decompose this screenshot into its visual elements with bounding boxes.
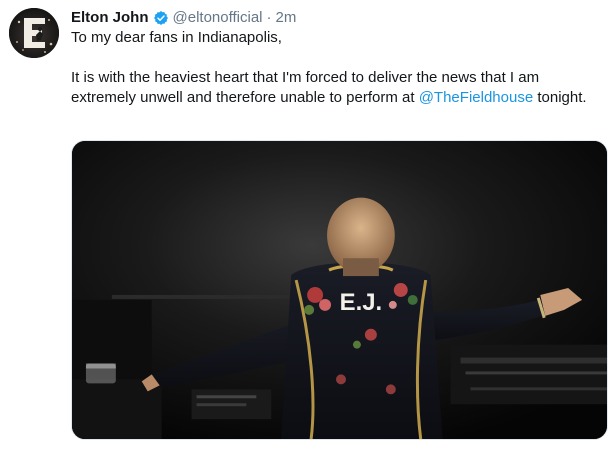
tweet-text-paragraph-2: It is with the heaviest heart that I'm f… [71, 68, 601, 108]
photo-illustration: E.J. [72, 141, 607, 439]
tweet-header: Elton John @eltonofficial · 2m [71, 8, 296, 28]
author-name[interactable]: Elton John [71, 8, 149, 28]
tweet-text-line-1: To my dear fans in Indianapolis, [71, 29, 282, 46]
tweet-text: To my dear fans in Indianapolis, It is w… [71, 28, 601, 108]
tweet-timestamp[interactable]: 2m [276, 8, 297, 28]
header-separator: · [266, 9, 272, 26]
author-avatar[interactable] [9, 8, 59, 58]
jacket-lettering: E.J. [340, 289, 383, 316]
tweet[interactable]: Elton John @eltonofficial · 2m To my dea… [0, 0, 611, 455]
tweet-text-paragraph-2-end: tonight. [533, 89, 587, 106]
avatar-image [9, 8, 59, 58]
author-handle[interactable]: @eltonofficial [173, 8, 263, 28]
tweet-media-photo[interactable]: E.J. [71, 140, 608, 440]
mention-link[interactable]: @TheFieldhouse [419, 89, 533, 106]
verified-badge-icon [153, 10, 169, 26]
